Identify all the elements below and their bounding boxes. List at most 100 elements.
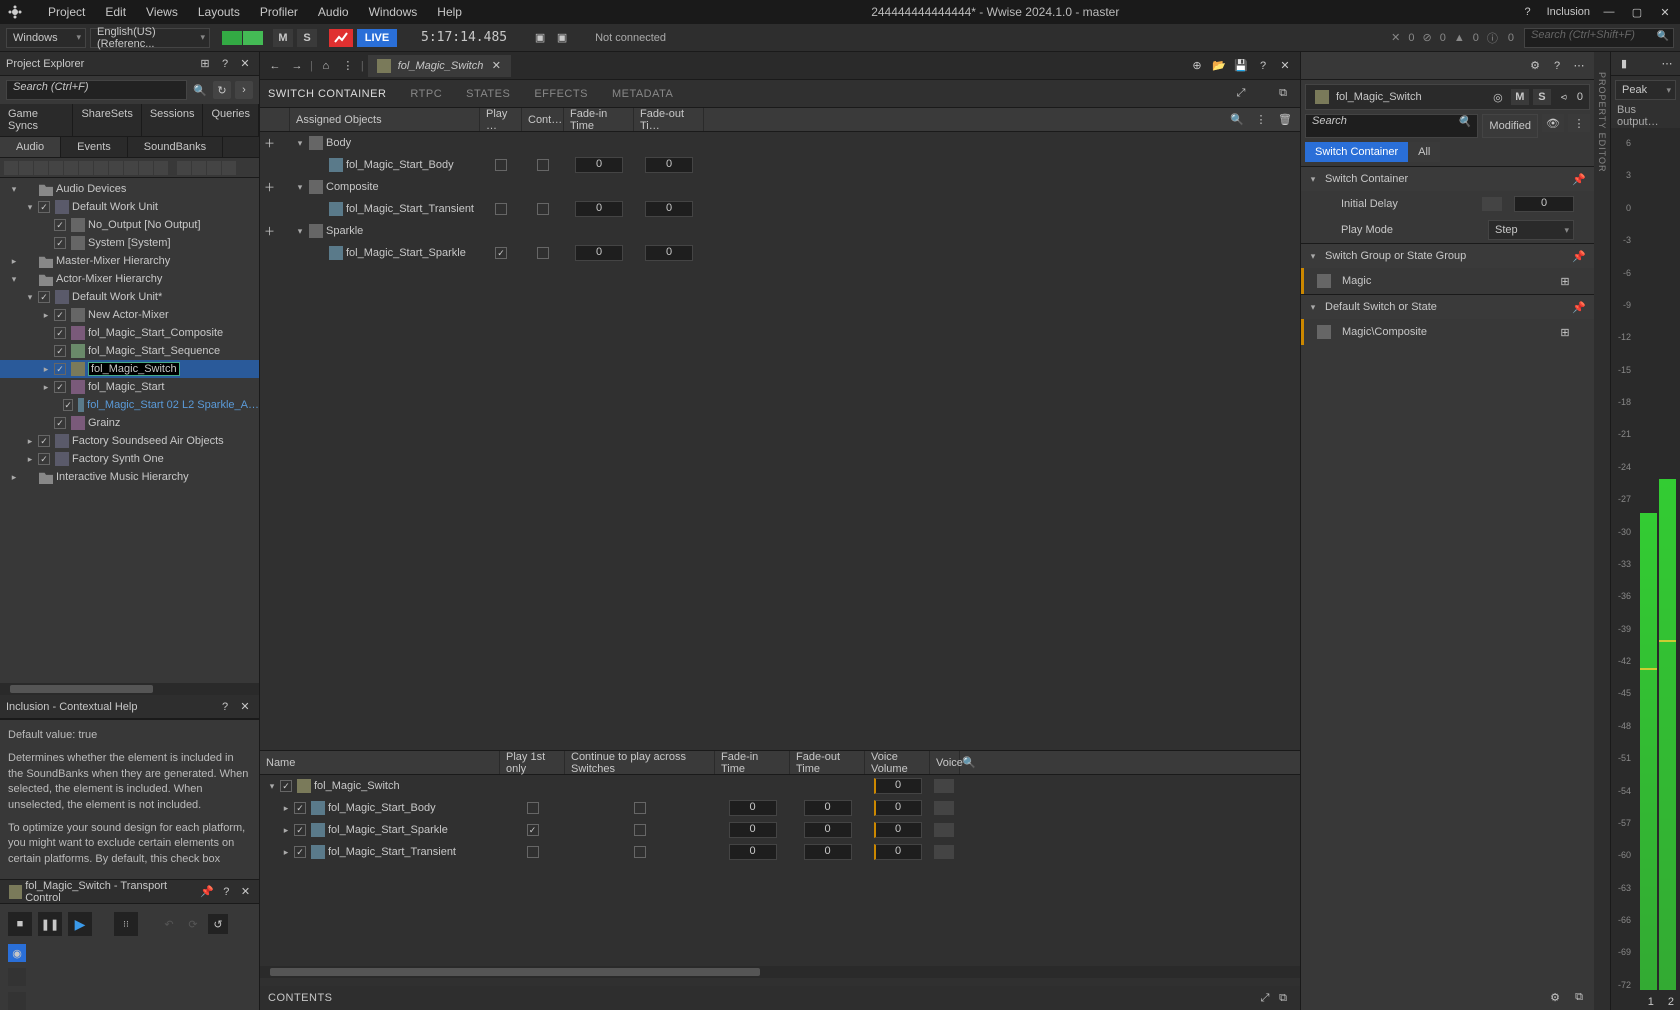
expand-icon[interactable]: ⤢ (1232, 85, 1250, 103)
prop-section-header[interactable]: ▾Switch Container📌 (1301, 167, 1594, 191)
more-icon[interactable]: ⋯ (1570, 57, 1588, 75)
help-icon[interactable]: ? (217, 56, 233, 72)
home-icon[interactable]: ⌂ (317, 57, 335, 75)
tab-queries[interactable]: Queries (203, 104, 259, 136)
pin-icon[interactable]: 📌 (1570, 170, 1588, 188)
tree-row[interactable]: ▾Default Work Unit* (0, 288, 259, 306)
solo-button[interactable]: S (297, 29, 317, 47)
tree-row[interactable]: ▾Default Work Unit (0, 198, 259, 216)
mute-button[interactable]: M (273, 29, 293, 47)
close-icon[interactable]: ✕ (1276, 57, 1294, 75)
expand-icon[interactable]: ▾ (1307, 174, 1319, 185)
fadein-input[interactable]: 0 (575, 157, 623, 173)
menu-audio[interactable]: Audio (308, 5, 359, 19)
eye-icon[interactable]: 👁 (1542, 114, 1564, 132)
pe-tool-icon[interactable] (19, 161, 33, 175)
maximize-icon[interactable]: ▢ (1628, 3, 1646, 21)
more-icon[interactable]: ⋮ (1568, 114, 1590, 132)
fadein-input[interactable]: 0 (575, 201, 623, 217)
expand-icon[interactable]: ▸ (280, 825, 292, 836)
tab-states[interactable]: STATES (466, 88, 510, 100)
expand-icon[interactable]: ▸ (24, 436, 36, 447)
global-search[interactable]: Search (Ctrl+Shift+F) (1524, 28, 1674, 48)
voicevol-input[interactable]: 0 (874, 800, 922, 816)
pe-tool-icon[interactable] (64, 161, 78, 175)
help-icon[interactable]: ? (1548, 57, 1566, 75)
slider-icon[interactable] (1482, 197, 1502, 211)
open-icon[interactable]: 📂 (1210, 57, 1228, 75)
fadein-input[interactable]: 0 (575, 245, 623, 261)
pe-tool-icon[interactable] (34, 161, 48, 175)
inclusion-checkbox[interactable] (54, 309, 66, 321)
voicevol-input[interactable]: 0 (874, 822, 922, 838)
expand-icon[interactable]: ▾ (266, 781, 278, 792)
pe-tool-icon[interactable] (4, 161, 18, 175)
expand-icon[interactable]: ▸ (280, 847, 292, 858)
expand-icon[interactable]: ▸ (280, 803, 292, 814)
close-icon[interactable]: ✕ (237, 699, 253, 715)
pin-icon[interactable]: 📌 (1570, 247, 1588, 265)
browse-icon[interactable]: ⊞ (1556, 323, 1574, 341)
rewind-button[interactable]: ↶ (160, 915, 178, 933)
pause-button[interactable]: ❚❚ (38, 912, 62, 936)
meter-icon[interactable]: ▮ (1615, 55, 1633, 73)
inclusion-checkbox[interactable] (294, 824, 306, 836)
prop-tab-all[interactable]: All (1408, 142, 1440, 162)
inclusion-checkbox[interactable] (54, 219, 66, 231)
expand-icon[interactable]: ▾ (294, 138, 306, 149)
menu-edit[interactable]: Edit (95, 5, 136, 19)
columns-icon[interactable]: ⋮ (1252, 111, 1270, 129)
expand-icon[interactable]: ▾ (1307, 251, 1319, 262)
pin-button[interactable]: ⁝⁝ (114, 912, 138, 936)
voicevol-input[interactable]: 0 (874, 778, 922, 794)
fadein-input[interactable]: 0 (729, 822, 777, 838)
expand-icon[interactable]: ▸ (8, 256, 20, 267)
reset-button[interactable]: ↺ (208, 914, 228, 934)
tree-row[interactable]: fol_Magic_Start_Sequence (0, 342, 259, 360)
continue-checkbox[interactable] (634, 824, 646, 836)
mute-button[interactable]: M (1511, 89, 1529, 105)
pe-tool-icon[interactable] (177, 161, 191, 175)
prop-section-header[interactable]: ▾Switch Group or State Group📌 (1301, 244, 1594, 268)
play-checkbox[interactable] (495, 247, 507, 259)
play-checkbox[interactable] (495, 203, 507, 215)
play-button[interactable]: ▶ (68, 912, 92, 936)
add-icon[interactable]: ＋ (264, 223, 275, 239)
expand-icon[interactable]: ▸ (8, 472, 20, 483)
tree-row[interactable]: ▸Master-Mixer Hierarchy (0, 252, 259, 270)
tree-row[interactable]: ▾Audio Devices (0, 180, 259, 198)
tab-events[interactable]: Events (61, 137, 128, 157)
prop-tab-switch-container[interactable]: Switch Container (1305, 142, 1408, 162)
gear-icon[interactable]: ⚙ (1546, 988, 1564, 1006)
tab-effects[interactable]: EFFECTS (534, 88, 588, 100)
play-checkbox[interactable] (495, 159, 507, 171)
tree-row[interactable]: ▾Actor-Mixer Hierarchy (0, 270, 259, 288)
remote-icon[interactable] (329, 29, 353, 47)
pe-search-input[interactable]: Search (Ctrl+F) (6, 80, 187, 100)
soundcaster-icon-2[interactable] (243, 31, 263, 45)
gear-icon[interactable]: ⚙ (1526, 57, 1544, 75)
prop-num-input[interactable]: 0 (1514, 196, 1574, 212)
tree-row[interactable]: ▸fol_Magic_Start (0, 378, 259, 396)
pe-tool-icon[interactable] (49, 161, 63, 175)
modified-filter[interactable]: Modified (1482, 114, 1538, 138)
inclusion-checkbox[interactable] (280, 780, 292, 792)
locate-icon[interactable]: ◎ (1489, 88, 1507, 106)
fadeout-input[interactable]: 0 (645, 245, 693, 261)
tab-metadata[interactable]: METADATA (612, 88, 673, 100)
menu-layouts[interactable]: Layouts (188, 5, 250, 19)
close-tab-icon[interactable]: ✕ (487, 57, 505, 75)
inclusion-checkbox[interactable] (294, 802, 306, 814)
loop-button[interactable]: ⟳ (184, 915, 202, 933)
soundcaster-icon[interactable] (222, 31, 242, 45)
save-icon[interactable]: 💾 (1232, 57, 1250, 75)
refresh-icon[interactable]: ↻ (213, 81, 231, 99)
expand-icon[interactable]: ▾ (24, 202, 36, 213)
inclusion-checkbox[interactable] (54, 327, 66, 339)
continue-checkbox[interactable] (634, 846, 646, 858)
pe-tool-icon[interactable] (207, 161, 221, 175)
inclusion-checkbox[interactable] (54, 381, 66, 393)
expand-icon[interactable]: ▸ (40, 364, 52, 375)
expand-icon[interactable]: ▸ (40, 310, 52, 321)
h-scrollbar[interactable] (0, 683, 259, 695)
